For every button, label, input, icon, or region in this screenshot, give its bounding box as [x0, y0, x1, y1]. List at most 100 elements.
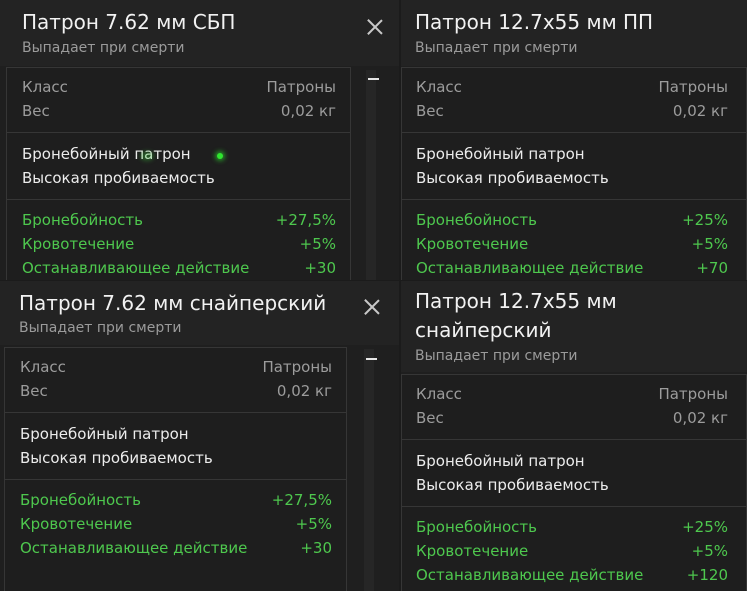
description-line-2: Высокая пробиваемость: [20, 449, 213, 467]
card-title: Патрон 7.62 мм снайперский: [19, 291, 327, 315]
weight-row: Вес 0,02 кг: [20, 382, 332, 400]
divider: [402, 132, 746, 133]
class-label: Класс: [416, 78, 462, 96]
stat-value: +120: [686, 566, 728, 584]
card-title-line-1: Патрон 12.7х55 мм: [415, 289, 617, 313]
description-line-1: Бронебойный патрон: [416, 145, 585, 163]
stat-armor-penetration: Бронебойность +25%: [416, 518, 728, 536]
stat-label: Кровотечение: [22, 235, 135, 253]
stat-label: Бронебойность: [416, 518, 538, 536]
cursor-glow: [140, 151, 154, 161]
divider: [7, 199, 350, 200]
stat-label: Останавливающее действие: [20, 539, 248, 557]
stat-label: Останавливающее действие: [416, 566, 644, 584]
card-header: Патрон 12.7х55 мм ПП Выпадает при смерти: [401, 0, 747, 66]
stat-value: +27,5%: [271, 491, 332, 509]
class-row: Класс Патроны: [416, 385, 728, 403]
card-title-line-2: снайперский: [415, 318, 552, 342]
card-header: Патрон 7.62 мм СБП Выпадает при смерти: [0, 0, 399, 66]
stat-label: Кровотечение: [416, 235, 529, 253]
stat-bleeding: Кровотечение +5%: [20, 515, 332, 533]
card-body: Класс Патроны Вес 0,02 кг Бронебойный па…: [6, 67, 351, 280]
weight-value: 0,02 кг: [672, 409, 728, 427]
class-label: Класс: [416, 385, 462, 403]
card-body: Класс Патроны Вес 0,02 кг Бронебойный па…: [401, 374, 747, 591]
stat-value: +25%: [682, 211, 728, 229]
divider: [402, 439, 746, 440]
stat-bleeding: Кровотечение +5%: [22, 235, 336, 253]
stat-armor-penetration: Бронебойность +25%: [416, 211, 728, 229]
card-subtitle: Выпадает при смерти: [19, 320, 182, 336]
scroll-collapse-icon[interactable]: [368, 78, 379, 80]
description-line-1: Бронебойный патрон: [20, 425, 189, 443]
weight-value: 0,02 кг: [276, 382, 332, 400]
stat-label: Кровотечение: [20, 515, 133, 533]
card-title: Патрон 7.62 мм СБП: [22, 10, 236, 34]
class-value: Патроны: [262, 358, 332, 376]
weight-row: Вес 0,02 кг: [416, 102, 728, 120]
scrollbar[interactable]: [364, 349, 374, 591]
weight-value: 0,02 кг: [280, 102, 336, 120]
item-card-pp: Патрон 12.7х55 мм ПП Выпадает при смерти…: [401, 0, 747, 280]
stat-label: Кровотечение: [416, 542, 529, 560]
stat-value: +5%: [299, 235, 336, 253]
weight-row: Вес 0,02 кг: [416, 409, 728, 427]
stat-bleeding: Кровотечение +5%: [416, 235, 728, 253]
scroll-collapse-icon[interactable]: [366, 358, 377, 360]
close-icon[interactable]: [364, 299, 380, 315]
divider: [402, 199, 746, 200]
divider: [7, 132, 350, 133]
weight-label: Вес: [20, 382, 48, 400]
card-body: Класс Патроны Вес 0,02 кг Бронебойный па…: [4, 347, 347, 591]
stat-bleeding: Кровотечение +5%: [416, 542, 728, 560]
close-icon[interactable]: [367, 19, 383, 35]
weight-label: Вес: [416, 102, 444, 120]
item-card-sniper-127: Патрон 12.7х55 мм снайперский Выпадает п…: [401, 281, 747, 591]
class-row: Класс Патроны: [22, 78, 336, 96]
stat-value: +27,5%: [275, 211, 336, 229]
stat-value: +5%: [691, 542, 728, 560]
description-line-1: Бронебойный патрон: [416, 452, 585, 470]
card-header: Патрон 12.7х55 мм снайперский Выпадает п…: [401, 281, 747, 372]
stat-value: +5%: [295, 515, 332, 533]
class-value: Патроны: [658, 385, 728, 403]
stat-value: +5%: [691, 235, 728, 253]
stat-label: Бронебойность: [20, 491, 142, 509]
weight-row: Вес 0,02 кг: [22, 102, 336, 120]
weight-value: 0,02 кг: [672, 102, 728, 120]
card-subtitle: Выпадает при смерти: [415, 40, 578, 56]
divider: [5, 412, 346, 413]
cursor-dot: [217, 153, 223, 159]
class-value: Патроны: [658, 78, 728, 96]
card-subtitle: Выпадает при смерти: [415, 348, 578, 364]
description-line-2: Высокая пробиваемость: [416, 476, 609, 494]
stat-label: Бронебойность: [416, 211, 538, 229]
divider: [5, 479, 346, 480]
stat-stopping-power: Останавливающее действие +30: [20, 539, 332, 557]
stat-stopping-power: Останавливающее действие +30: [22, 259, 336, 277]
class-label: Класс: [20, 358, 66, 376]
weight-label: Вес: [416, 409, 444, 427]
stat-value: +25%: [682, 518, 728, 536]
stat-armor-penetration: Бронебойность +27,5%: [20, 491, 332, 509]
stat-stopping-power: Останавливающее действие +70: [416, 259, 728, 277]
stat-stopping-power: Останавливающее действие +120: [416, 566, 728, 584]
stat-label: Останавливающее действие: [416, 259, 644, 277]
weight-label: Вес: [22, 102, 50, 120]
card-subtitle: Выпадает при смерти: [22, 40, 185, 56]
scrollbar[interactable]: [366, 70, 376, 280]
divider: [402, 506, 746, 507]
stat-label: Бронебойность: [22, 211, 144, 229]
stat-value: +70: [696, 259, 728, 277]
card-title: Патрон 12.7х55 мм ПП: [415, 10, 654, 34]
description-line-2: Высокая пробиваемость: [416, 169, 609, 187]
card-body: Класс Патроны Вес 0,02 кг Бронебойный па…: [401, 67, 747, 280]
class-row: Класс Патроны: [416, 78, 728, 96]
class-label: Класс: [22, 78, 68, 96]
stat-label: Останавливающее действие: [22, 259, 250, 277]
item-card-sbp: Патрон 7.62 мм СБП Выпадает при смерти К…: [0, 0, 399, 280]
class-row: Класс Патроны: [20, 358, 332, 376]
description-line-1: Бронебойный патрон: [22, 145, 191, 163]
stat-armor-penetration: Бронебойность +27,5%: [22, 211, 336, 229]
item-card-sniper-762: Патрон 7.62 мм снайперский Выпадает при …: [0, 281, 399, 591]
